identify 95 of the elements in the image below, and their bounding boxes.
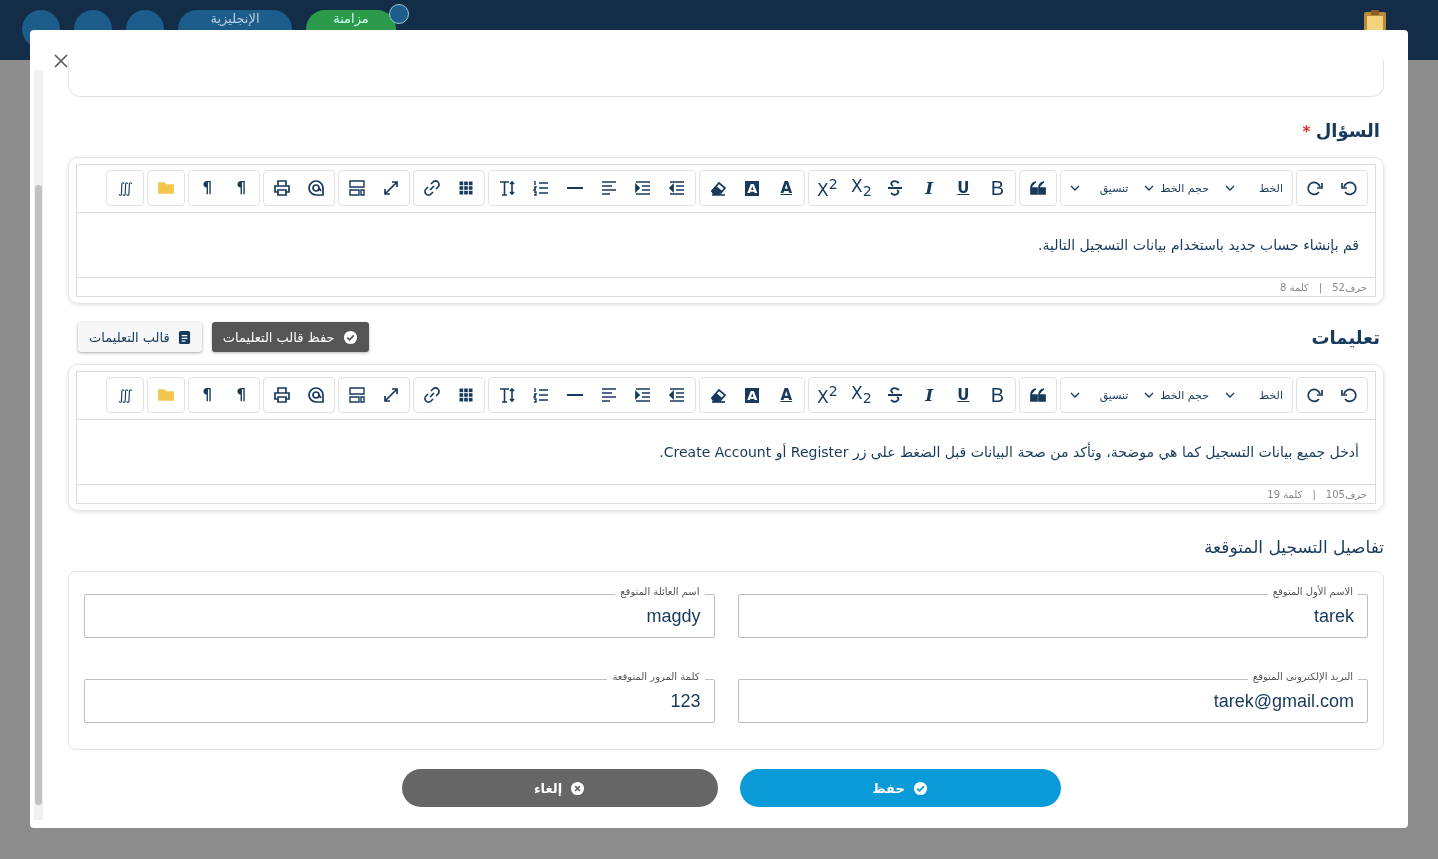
align-left-icon xyxy=(600,386,619,404)
underline-button[interactable]: U xyxy=(946,378,981,412)
printer-icon xyxy=(273,179,292,197)
character-count: حرف105 xyxy=(1325,488,1367,500)
scrollbar[interactable] xyxy=(34,70,43,820)
dropdown-select[interactable]: حجم الخط xyxy=(1136,171,1217,205)
template-button[interactable]: قالب التعليمات xyxy=(78,322,202,352)
layout-icon xyxy=(348,386,367,404)
strikethrough-icon xyxy=(886,386,905,404)
expand-icon xyxy=(382,179,401,197)
section-title: تعليمات xyxy=(1311,326,1381,348)
status-dot xyxy=(389,4,409,24)
field-label: البريد الإلكترونى المتوقع xyxy=(1247,671,1358,682)
grid-icon xyxy=(457,386,476,404)
caret-icon xyxy=(1144,185,1155,191)
indent-icon xyxy=(634,179,653,197)
link-icon xyxy=(423,179,442,197)
direction-button[interactable]: ¶ xyxy=(224,171,259,205)
document-icon xyxy=(177,329,191,345)
highlight-button[interactable]: A xyxy=(735,171,770,205)
italic-button[interactable]: I xyxy=(912,171,947,205)
text-color-button[interactable]: A xyxy=(769,378,804,412)
quote-icon xyxy=(1029,179,1048,197)
caret-icon xyxy=(1070,185,1081,191)
underline-button[interactable]: U xyxy=(946,171,981,205)
highlight-button[interactable]: A xyxy=(735,378,770,412)
formula-button[interactable]: ∭ xyxy=(108,378,143,412)
cancel-button[interactable]: إلغاء xyxy=(401,769,718,807)
layout-icon xyxy=(348,179,367,197)
text-size-icon xyxy=(498,386,517,404)
numbered-list-icon xyxy=(532,386,551,404)
dropdown-select[interactable]: الخط xyxy=(1217,171,1291,205)
word-count: كلمة 19 xyxy=(1267,488,1303,500)
strikethrough-icon xyxy=(886,179,905,197)
dropdown-select[interactable]: تنسيق xyxy=(1062,171,1137,205)
horizontal-line-icon xyxy=(567,393,584,397)
subscript-button[interactable]: X$_{2}$ xyxy=(844,378,879,412)
outdent-icon xyxy=(668,179,687,197)
dropdown-select[interactable]: تنسيق xyxy=(1062,378,1137,412)
dropdown-select[interactable]: الخط xyxy=(1217,378,1291,412)
editor-text-area[interactable]: قم بإنشاء حساب جديد باستخدام بيانات التسجيل التالية. xyxy=(77,213,1375,277)
link-icon xyxy=(423,386,442,404)
folder-icon xyxy=(157,179,176,197)
editor-text: قم بإنشاء حساب جديد باستخدام بيانات التسجيل التالية. xyxy=(1038,237,1359,253)
word-count: كلمة 8 xyxy=(1280,281,1309,293)
direction-button[interactable]: ¶ xyxy=(190,378,225,412)
italic-button[interactable]: I xyxy=(912,378,947,412)
superscript-button[interactable]: X$^{2}$ xyxy=(810,378,845,412)
printer-icon xyxy=(273,386,292,404)
check-circle-icon xyxy=(342,329,358,345)
caret-icon xyxy=(1225,185,1235,191)
at-sign-icon xyxy=(307,386,326,404)
undo-icon xyxy=(1340,386,1358,404)
eraser-icon xyxy=(709,179,728,197)
undo-icon xyxy=(1340,179,1358,197)
superscript-button[interactable]: X$^{2}$ xyxy=(810,171,845,205)
text-size-icon xyxy=(498,179,517,197)
grid-icon xyxy=(457,179,476,197)
field-label: الاسم الأول المتوقع xyxy=(1267,586,1358,597)
field-label: اسم العائلة المتوقع xyxy=(615,586,705,597)
field-label: كلمة المرور المتوقعة xyxy=(607,671,705,682)
redo-icon xyxy=(1306,386,1324,404)
check-circle-icon xyxy=(912,780,928,796)
horizontal-line-icon xyxy=(567,186,584,190)
align-left-icon xyxy=(600,179,619,197)
folder-icon xyxy=(157,386,176,404)
editor-text-area[interactable]: أدخل جميع بيانات التسجيل كما هي موضحة، وتأكد من صحة البيانات قبل الضغط على زر Register أو Create Account. xyxy=(77,420,1375,484)
numbered-list-icon xyxy=(532,179,551,197)
text-color-button[interactable]: A xyxy=(769,171,804,205)
section-title: السؤال * xyxy=(1302,119,1381,141)
direction-button[interactable]: ¶ xyxy=(190,171,225,205)
caret-icon xyxy=(1144,392,1155,398)
separator: | xyxy=(1318,281,1323,293)
bold-button[interactable]: B xyxy=(980,378,1015,412)
close-icon[interactable] xyxy=(54,54,70,70)
redo-icon xyxy=(1306,179,1324,197)
subscript-button[interactable]: X$_{2}$ xyxy=(844,171,879,205)
at-sign-icon xyxy=(307,179,326,197)
close-circle-icon xyxy=(570,780,586,796)
character-count: حرف52 xyxy=(1332,281,1367,293)
quote-icon xyxy=(1029,386,1048,404)
save-template-button[interactable]: حفظ قالب التعليمات xyxy=(211,322,369,352)
editor-text: أدخل جميع بيانات التسجيل كما هي موضحة، وتأكد من صحة البيانات قبل الضغط على زر Register أو Create Account. xyxy=(659,444,1359,460)
caret-icon xyxy=(1070,392,1081,398)
eraser-icon xyxy=(709,386,728,404)
expand-icon xyxy=(382,386,401,404)
section-title: تفاصيل التسجيل المتوقعة xyxy=(1202,537,1384,557)
outdent-icon xyxy=(668,386,687,404)
caret-icon xyxy=(1225,392,1235,398)
direction-button[interactable]: ¶ xyxy=(224,378,259,412)
indent-icon xyxy=(634,386,653,404)
bold-button[interactable]: B xyxy=(980,171,1015,205)
formula-button[interactable]: ∭ xyxy=(108,171,143,205)
dropdown-select[interactable]: حجم الخط xyxy=(1136,378,1217,412)
separator: | xyxy=(1312,488,1316,500)
